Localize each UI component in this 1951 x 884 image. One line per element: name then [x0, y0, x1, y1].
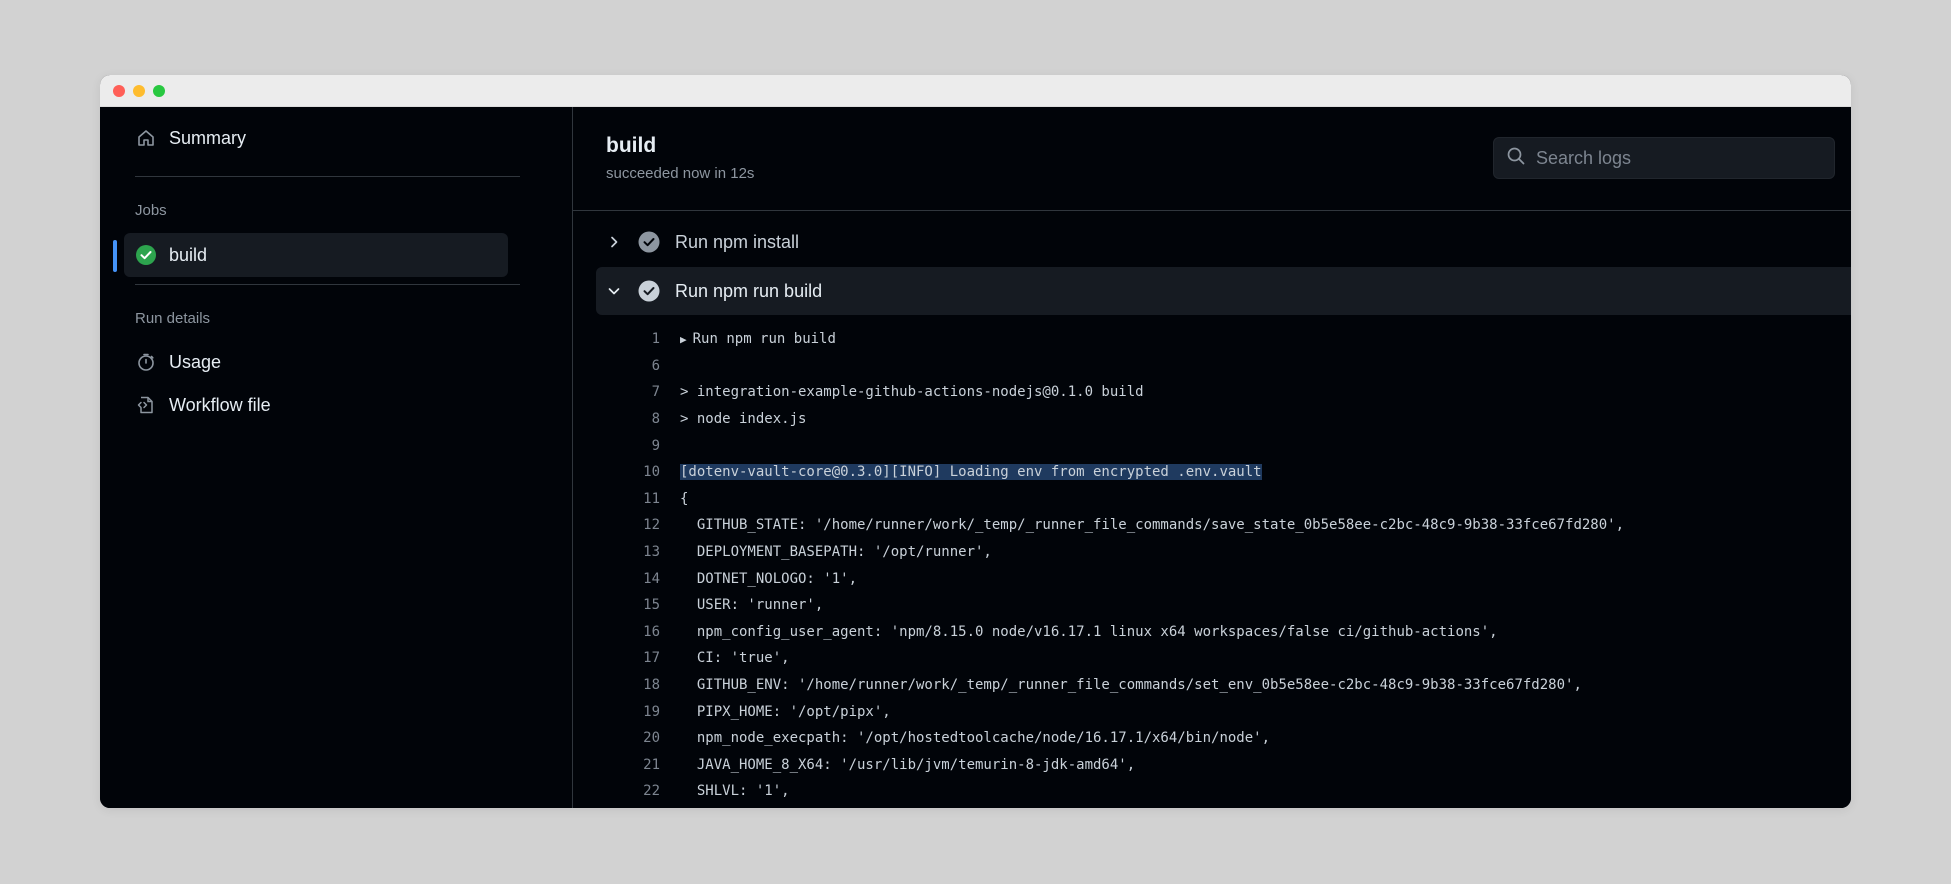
file-code-icon [135, 394, 157, 416]
line-number: 8 [651, 411, 660, 428]
log-line[interactable]: 13 DEPLOYMENT_BASEPATH: '/opt/runner', [573, 539, 1851, 566]
log-text: npm_node_execpath: '/opt/hostedtoolcache… [680, 730, 1271, 747]
line-number: 1 [651, 331, 660, 348]
search-icon [1506, 146, 1526, 171]
log-line[interactable]: 22 SHLVL: '1', [573, 778, 1851, 805]
log-line[interactable]: 6 [573, 353, 1851, 380]
log-text: CI: 'true', [680, 650, 790, 667]
divider [135, 284, 520, 285]
job-status-text: succeeded now in 12s [606, 165, 755, 182]
log-line[interactable]: 21 JAVA_HOME_8_X64: '/usr/lib/jvm/temuri… [573, 752, 1851, 779]
run-details-heading: Run details [135, 310, 211, 327]
line-number: 15 [643, 597, 660, 614]
expand-triangle-icon[interactable]: ▶ [680, 333, 687, 346]
search-box[interactable] [1493, 137, 1835, 179]
chevron-right-icon[interactable] [604, 232, 624, 252]
log-text: GITHUB_STATE: '/home/runner/work/_temp/_… [680, 517, 1625, 534]
log-text: JAVA_HOME_8_X64: '/usr/lib/jvm/temurin-8… [680, 756, 1136, 773]
line-number: 10 [643, 464, 660, 481]
active-indicator [113, 240, 117, 272]
line-number: 16 [643, 623, 660, 640]
log-text-selected: [dotenv-vault-core@0.3.0][INFO] Loading … [680, 464, 1262, 481]
log-text: SHLVL: '1', [680, 783, 790, 800]
log-line[interactable]: 8 > node index.js [573, 406, 1851, 433]
step-run-npm-run-build[interactable]: Run npm run build [596, 267, 1851, 315]
app-window: Summary Jobs build Run details Usage Wor… [100, 75, 1851, 808]
sidebar-item-label: Usage [169, 351, 222, 372]
log-panel: build succeeded now in 12s Run npm insta… [573, 107, 1851, 808]
stopwatch-icon [135, 351, 157, 373]
sidebar-item-label: build [169, 244, 208, 265]
log-line[interactable]: 17 CI: 'true', [573, 645, 1851, 672]
line-number: 22 [643, 783, 660, 800]
log-line[interactable]: 7 > integration-example-github-actions-no… [573, 379, 1851, 406]
chevron-down-icon[interactable] [604, 281, 624, 301]
log-output: 1 ▶ Run npm run build 6 7 > integration-exa… [573, 326, 1851, 805]
line-number: 20 [643, 730, 660, 747]
line-number: 6 [651, 357, 660, 374]
sidebar-item-workflow-file[interactable]: Workflow file [124, 383, 508, 427]
log-line[interactable]: 16 npm_config_user_agent: 'npm/8.15.0 no… [573, 619, 1851, 646]
log-text: USER: 'runner', [680, 597, 824, 614]
step-label: Run npm run build [675, 280, 823, 301]
log-line[interactable]: 19 PIPX_HOME: '/opt/pipx', [573, 698, 1851, 725]
log-line[interactable]: 12 GITHUB_STATE: '/home/runner/work/_tem… [573, 512, 1851, 539]
log-text: > node index.js [680, 411, 807, 428]
line-number: 17 [643, 650, 660, 667]
line-number: 11 [643, 490, 660, 507]
minimize-window-button[interactable] [133, 84, 145, 97]
log-text: > integration-example-github-actions-nod… [680, 384, 1144, 401]
log-line[interactable]: 9 [573, 432, 1851, 459]
sidebar-item-summary[interactable]: Summary [124, 116, 508, 160]
line-number: 12 [643, 517, 660, 534]
divider [135, 176, 520, 177]
log-text: { [680, 490, 689, 507]
line-number: 7 [651, 384, 660, 401]
job-header: build succeeded now in 12s [573, 107, 1851, 211]
log-line[interactable]: 18 GITHUB_ENV: '/home/runner/work/_temp/… [573, 672, 1851, 699]
maximize-window-button[interactable] [153, 84, 165, 97]
close-window-button[interactable] [113, 84, 125, 97]
home-icon [135, 127, 157, 149]
jobs-heading: Jobs [135, 202, 167, 219]
step-run-npm-install[interactable]: Run npm install [596, 218, 1851, 266]
line-number: 13 [643, 544, 660, 561]
content-area: Summary Jobs build Run details Usage Wor… [100, 107, 1851, 808]
line-number: 18 [643, 677, 660, 694]
sidebar: Summary Jobs build Run details Usage Wor… [100, 107, 573, 808]
sidebar-item-build[interactable]: build [124, 233, 508, 277]
title-bar [100, 75, 1851, 107]
check-circle-icon [638, 231, 660, 253]
search-input[interactable] [1536, 147, 1816, 169]
log-line[interactable]: 15 USER: 'runner', [573, 592, 1851, 619]
log-text: PIPX_HOME: '/opt/pipx', [680, 703, 891, 720]
log-text: DEPLOYMENT_BASEPATH: '/opt/runner', [680, 544, 992, 561]
log-line[interactable]: 14 DOTNET_NOLOGO: '1', [573, 565, 1851, 592]
step-label: Run npm install [675, 231, 800, 252]
line-number: 14 [643, 570, 660, 587]
log-line[interactable]: 11 { [573, 486, 1851, 513]
line-number: 19 [643, 703, 660, 720]
check-circle-icon [135, 244, 157, 266]
line-number: 21 [643, 756, 660, 773]
log-line[interactable]: 1 ▶ Run npm run build [573, 326, 1851, 353]
sidebar-item-label: Summary [169, 127, 247, 148]
log-line[interactable]: 10 [dotenv-vault-core@0.3.0][INFO] Loadin… [573, 459, 1851, 486]
log-text: Run npm run build [692, 331, 836, 348]
sidebar-item-label: Workflow file [169, 394, 271, 415]
check-circle-icon [638, 280, 660, 302]
sidebar-item-usage[interactable]: Usage [124, 340, 508, 384]
log-text: GITHUB_ENV: '/home/runner/work/_temp/_ru… [680, 677, 1582, 694]
log-text: npm_config_user_agent: 'npm/8.15.0 node/… [680, 623, 1498, 640]
log-text: DOTNET_NOLOGO: '1', [680, 570, 858, 587]
line-number: 9 [651, 437, 660, 454]
page-title: build [606, 134, 657, 157]
log-line[interactable]: 20 npm_node_execpath: '/opt/hostedtoolca… [573, 725, 1851, 752]
